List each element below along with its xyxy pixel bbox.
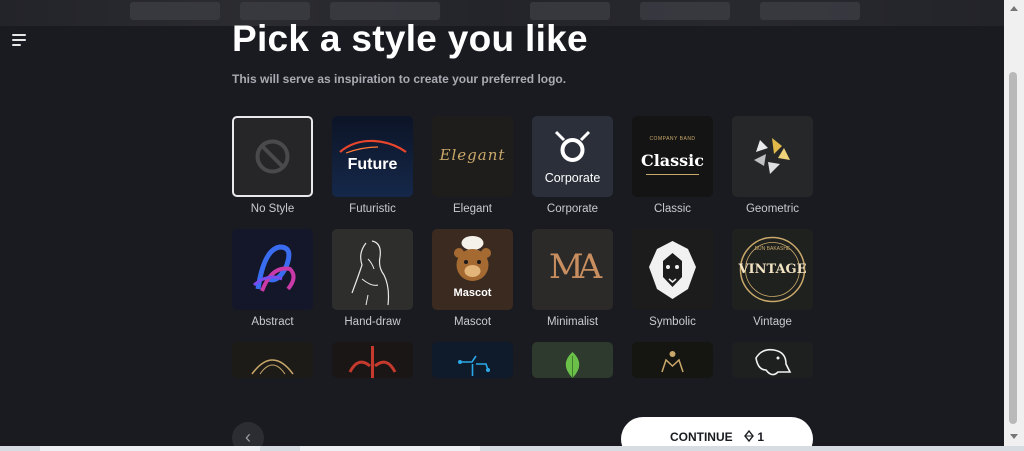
scrollbar-thumb[interactable] — [1009, 72, 1017, 424]
style-card-corporate[interactable]: Corporate Corporate — [532, 116, 613, 215]
style-thumb — [232, 342, 313, 378]
style-thumb: BUN BAKASHE VINTAGE — [732, 229, 813, 310]
style-label: Hand-draw — [344, 316, 401, 328]
thumb-text: MA — [548, 247, 602, 287]
style-label: Mascot — [453, 316, 492, 328]
style-card-row3-2[interactable] — [332, 342, 413, 378]
style-thumb — [532, 342, 613, 378]
thumb-text: Mascot — [453, 287, 492, 299]
style-card-row3-1[interactable] — [232, 342, 313, 378]
thumb-text: VINTAGE — [738, 262, 807, 277]
style-card-geometric[interactable]: Geometric — [732, 116, 813, 215]
style-thumb — [232, 116, 313, 197]
app-viewport: Pick a style you like This will serve as… — [0, 0, 1004, 446]
thumb-text: Elegant — [439, 146, 506, 164]
style-thumb — [432, 342, 513, 378]
style-thumb — [632, 342, 713, 378]
menu-icon[interactable] — [12, 34, 26, 46]
style-thumb: MA — [532, 229, 613, 310]
crown-arch-icon — [251, 359, 294, 375]
style-thumb — [732, 342, 813, 378]
chevron-left-icon: ‹ — [245, 427, 251, 446]
style-label: Minimalist — [546, 316, 599, 328]
style-label: No Style — [250, 203, 295, 215]
style-label: Vintage — [753, 316, 792, 328]
style-thumb: Mascot — [432, 229, 513, 310]
guitar-wings-icon — [348, 346, 397, 378]
thumb-small-text: COMPANY BAND — [649, 136, 696, 142]
style-card-futuristic[interactable]: Future Futuristic — [332, 116, 413, 215]
style-thumb — [332, 342, 413, 378]
thumb-text: Future — [347, 156, 398, 173]
scroll-down-arrow-icon[interactable] — [1010, 434, 1018, 439]
style-card-minimalist[interactable]: MA Minimalist — [532, 229, 613, 328]
abstract-swirl-icon — [253, 244, 296, 292]
style-card-symbolic[interactable]: Symbolic — [632, 229, 713, 328]
style-thumb — [332, 229, 413, 310]
style-thumb: Corporate — [532, 116, 613, 197]
style-label: Corporate — [546, 203, 599, 215]
thumb-divider — [646, 174, 699, 175]
taskbar-segment — [300, 446, 480, 451]
lion-icon — [649, 241, 696, 299]
style-thumb: COMPANY BAND Classic — [632, 116, 713, 197]
style-label: Classic — [653, 203, 692, 215]
ornament-crest-icon — [661, 351, 684, 373]
style-card-mascot[interactable]: Mascot Mascot — [432, 229, 513, 328]
style-label: Symbolic — [649, 316, 696, 328]
leaf-icon — [565, 352, 580, 378]
dog-outline-icon — [755, 348, 792, 376]
style-card-no-style[interactable]: No Style — [232, 116, 313, 215]
page-subtitle: This will serve as inspiration to create… — [232, 72, 567, 86]
style-card-row3-5[interactable] — [632, 342, 713, 378]
taskbar — [0, 446, 1024, 451]
diamond-icon — [744, 418, 754, 446]
style-label: Futuristic — [349, 203, 396, 215]
thumb-text: Classic — [640, 151, 704, 170]
prohibited-icon — [255, 139, 290, 174]
thumb-text: Corporate — [544, 171, 601, 185]
style-card-classic[interactable]: COMPANY BAND Classic Classic — [632, 116, 713, 215]
style-card-abstract[interactable]: Abstract — [232, 229, 313, 328]
style-card-vintage[interactable]: BUN BAKASHE VINTAGE Vintage — [732, 229, 813, 328]
style-thumb — [732, 116, 813, 197]
geometric-logo-icon — [754, 138, 790, 174]
style-thumb — [632, 229, 713, 310]
style-card-elegant[interactable]: Elegant Elegant — [432, 116, 513, 215]
style-thumb: Elegant — [432, 116, 513, 197]
style-card-row3-6[interactable] — [732, 342, 813, 378]
prev-button[interactable]: ‹ — [232, 422, 264, 446]
scroll-up-arrow-icon[interactable] — [1010, 6, 1018, 11]
style-card-row3-3[interactable] — [432, 342, 513, 378]
continue-label: CONTINUE — [669, 430, 733, 444]
vertical-scrollbar[interactable] — [1004, 0, 1024, 446]
continue-button[interactable]: CONTINUE 1 — [621, 417, 813, 446]
style-card-hand-draw[interactable]: Hand-draw — [332, 229, 413, 328]
ring-logo-icon — [554, 130, 591, 162]
taskbar-segment — [40, 446, 260, 451]
style-label: Geometric — [745, 203, 800, 215]
circuit-icon — [458, 355, 490, 376]
style-thumb: Future — [332, 116, 413, 197]
credit-count: 1 — [757, 430, 765, 444]
woman-sketch-icon — [351, 240, 390, 306]
thumb-small-text: BUN BAKASHE — [754, 246, 791, 252]
style-card-row3-4[interactable] — [532, 342, 613, 378]
style-label: Abstract — [251, 316, 294, 328]
style-thumb — [232, 229, 313, 310]
page-title: Pick a style you like — [232, 18, 588, 59]
style-label: Elegant — [452, 203, 492, 215]
